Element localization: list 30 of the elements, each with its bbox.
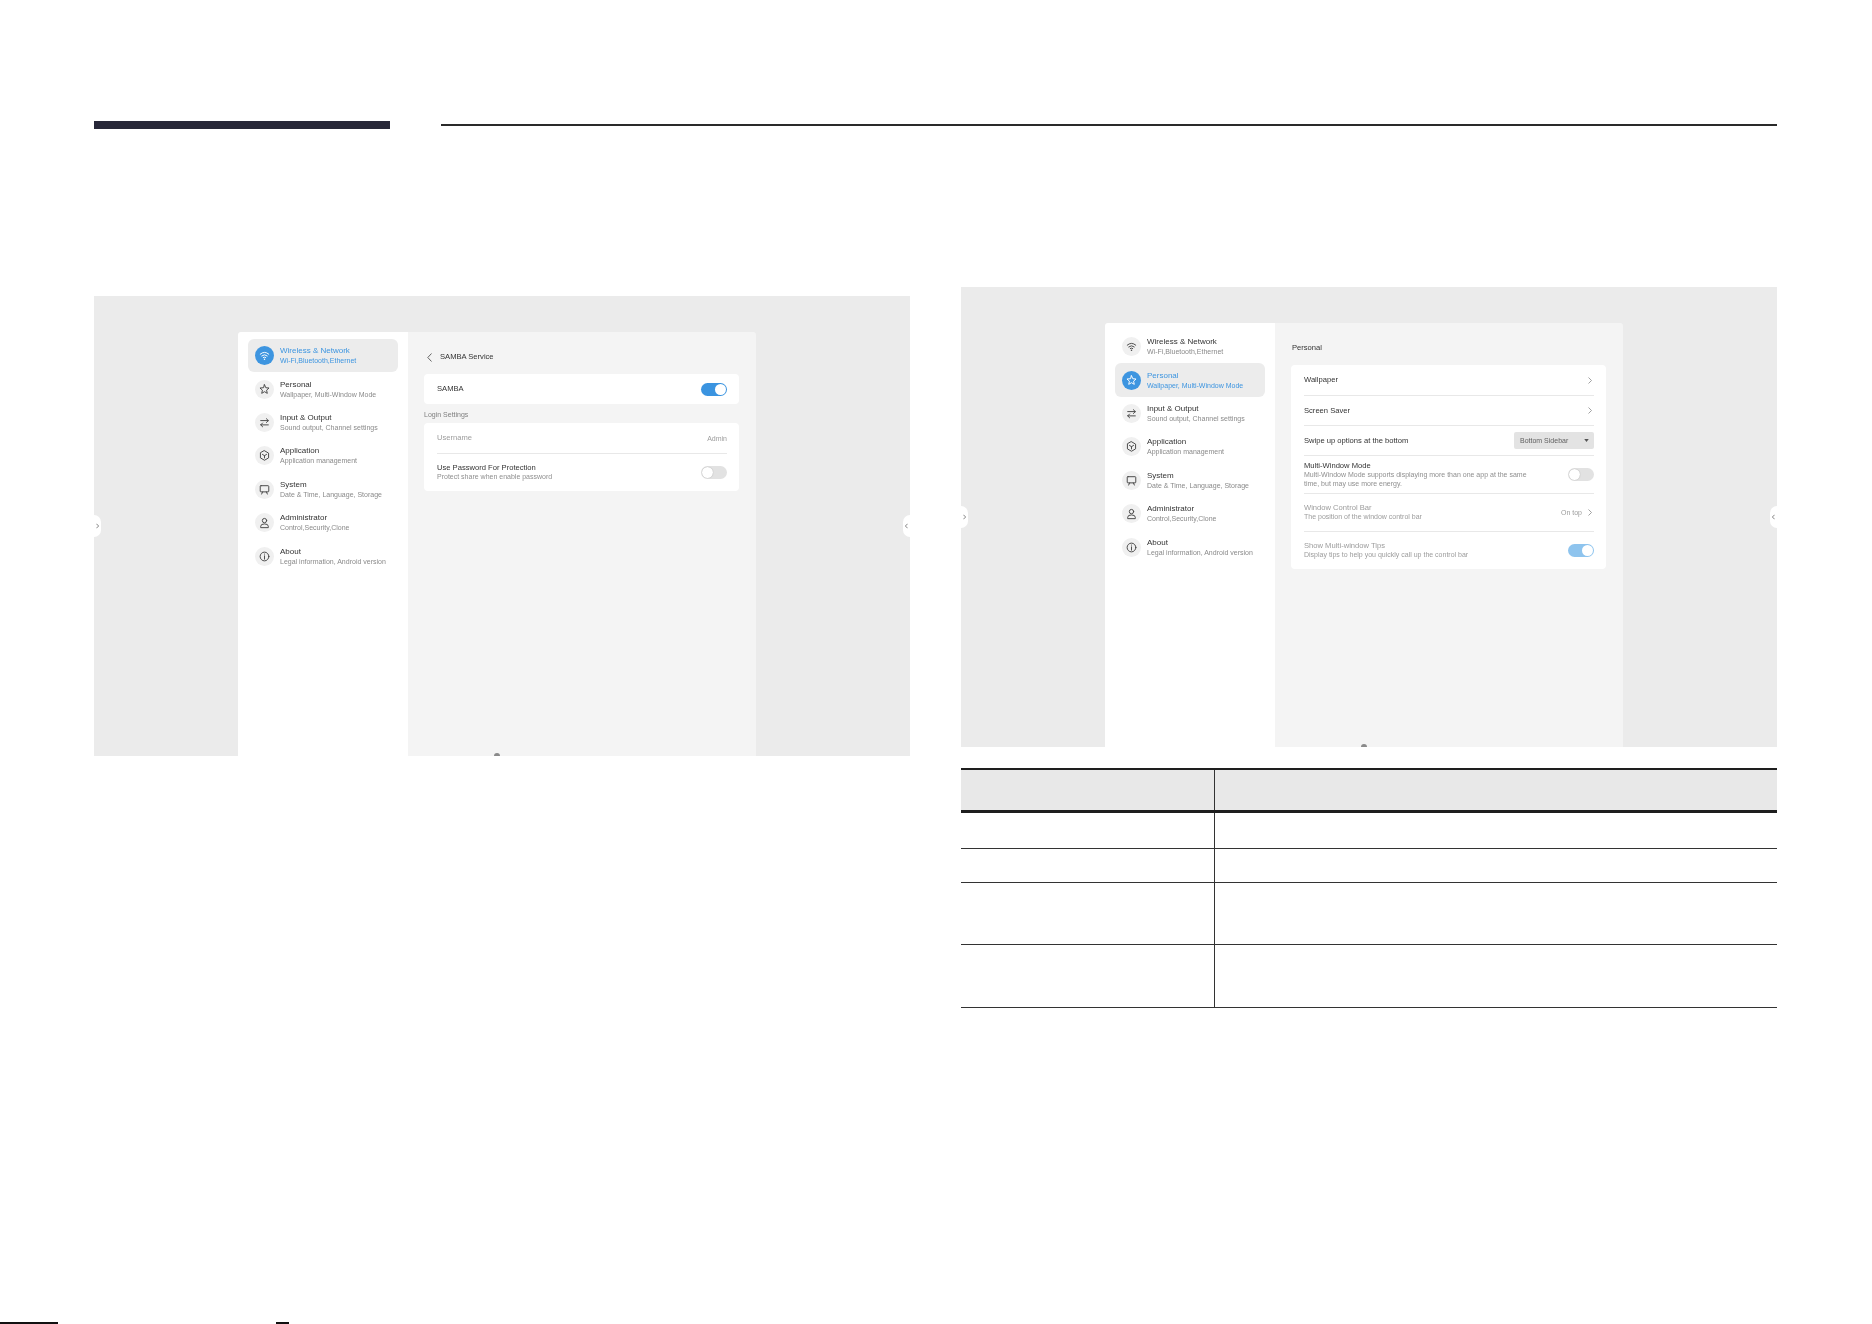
cube-icon — [1122, 437, 1141, 457]
person-icon — [255, 513, 274, 533]
chevron-right-icon — [1588, 509, 1592, 516]
cube-icon — [255, 446, 274, 466]
caret-down-icon — [1584, 439, 1589, 442]
toggle-switch[interactable] — [1568, 468, 1594, 481]
toggle-switch[interactable] — [701, 466, 727, 479]
chevron-right-icon — [1588, 376, 1592, 384]
chevron-left-icon — [905, 523, 908, 529]
info-icon — [255, 546, 274, 566]
home-indicator-icon — [1361, 744, 1367, 747]
info-icon — [1122, 537, 1141, 557]
swap-arrows-icon — [255, 412, 274, 432]
edge-handle[interactable] — [1770, 506, 1777, 528]
swap-arrows-icon — [1122, 403, 1141, 423]
toggle-switch[interactable] — [701, 382, 727, 396]
monitor-stand-icon — [255, 479, 274, 499]
edge-handle[interactable] — [94, 515, 101, 537]
monitor-stand-icon — [1122, 470, 1141, 490]
chevron-right-icon — [96, 523, 99, 529]
chevron-left-icon — [1772, 514, 1775, 520]
edge-handle[interactable] — [903, 515, 910, 537]
chevron-right-icon — [1588, 407, 1592, 414]
wifi-icon — [255, 346, 274, 366]
edge-handle[interactable] — [961, 506, 968, 528]
back-icon[interactable] — [427, 352, 432, 362]
wifi-icon — [1122, 337, 1141, 357]
person-icon — [1122, 504, 1141, 524]
chevron-right-icon — [963, 514, 966, 520]
home-indicator-icon — [494, 753, 500, 756]
